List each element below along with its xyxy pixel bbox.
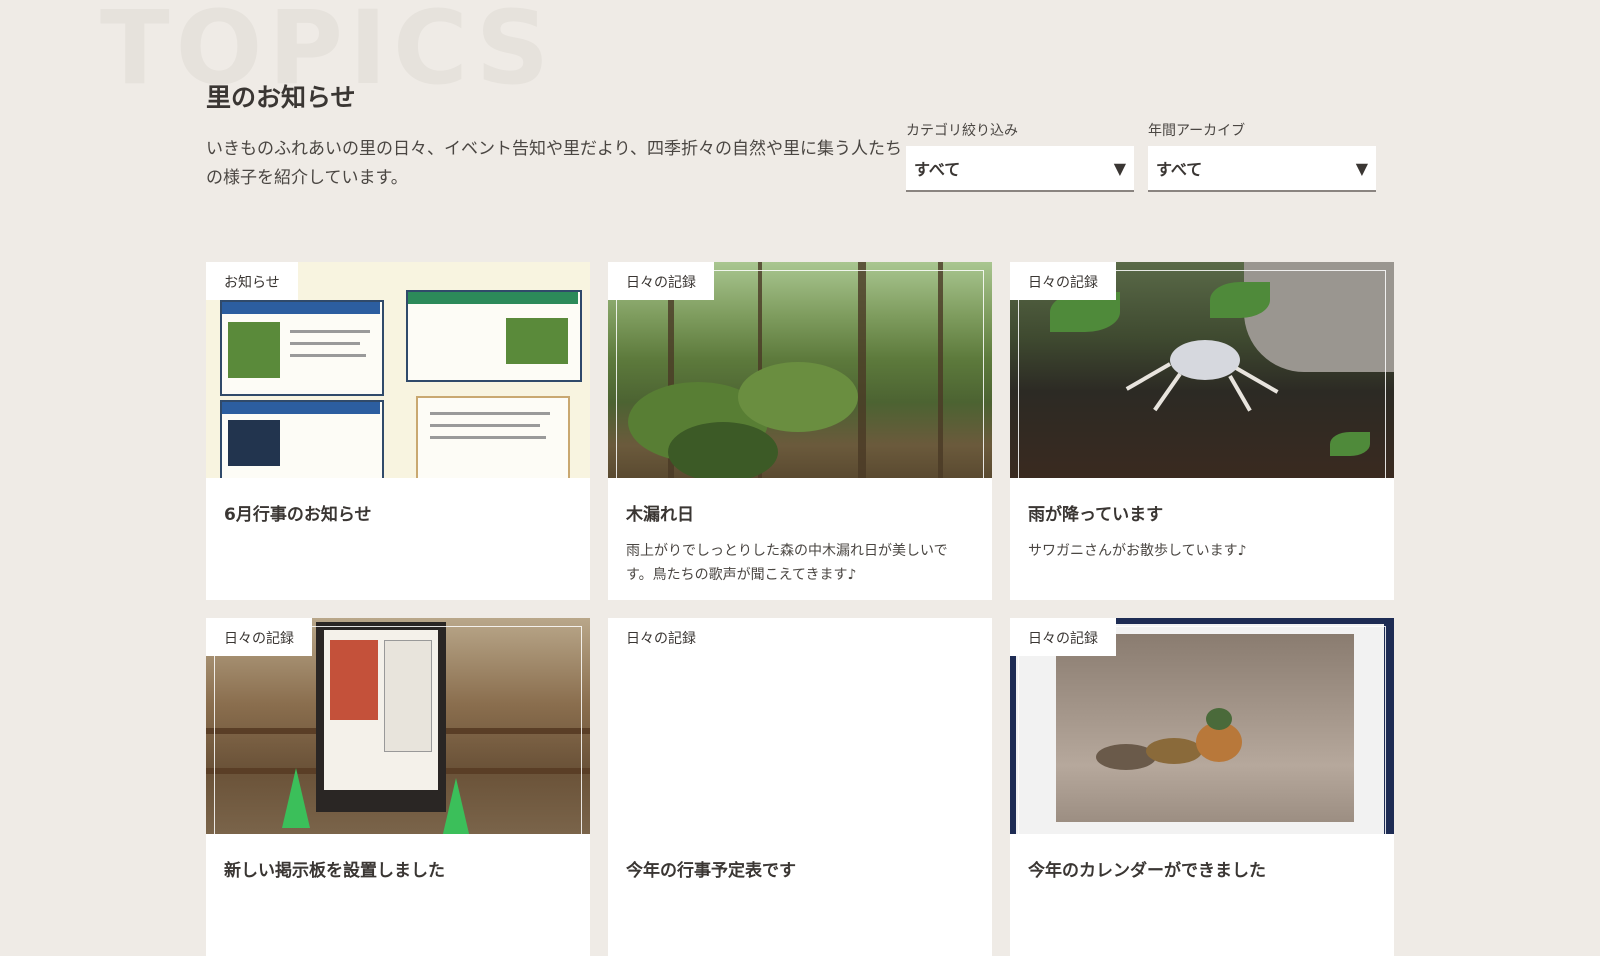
card-title: 今年のカレンダーができました — [1028, 861, 1266, 881]
topic-card[interactable]: お知らせ 6月行事のお知らせ — [206, 262, 590, 600]
card-title: 6月行事のお知らせ — [224, 505, 372, 525]
category-tag: 日々の記録 — [1010, 618, 1116, 656]
image-frame — [214, 626, 582, 834]
card-title: 雨が降っています — [1028, 505, 1164, 525]
card-excerpt — [206, 881, 590, 895]
category-filter-label: カテゴリ絞り込み — [906, 123, 1018, 139]
flyer-photo — [228, 322, 280, 378]
category-select-value: すべて — [914, 160, 961, 179]
chevron-down-icon: ▼ — [1355, 158, 1368, 178]
page-title: 里のお知らせ — [206, 83, 356, 112]
card-excerpt — [1010, 881, 1394, 895]
archive-select-value: すべて — [1156, 160, 1203, 179]
card-title: 木漏れ日 — [626, 505, 694, 525]
archive-filter: 年間アーカイブ すべて ▼ — [1148, 120, 1376, 192]
archive-select[interactable]: すべて ▼ — [1148, 146, 1376, 192]
topics-grid: お知らせ 6月行事のお知らせ 日々の記録 木漏れ日 雨上がりでしっとりした森の中… — [206, 262, 1396, 956]
flyer-text-line — [290, 330, 370, 333]
category-tag: 日々の記録 — [206, 618, 312, 656]
image-frame — [1018, 270, 1386, 478]
category-select[interactable]: すべて ▼ — [906, 146, 1134, 192]
card-excerpt: 雨上がりでしっとりした森の中木漏れ日が美しいです。鳥たちの歌声が聞こえてきます♪ — [626, 543, 948, 583]
topic-card[interactable]: 日々の記録 今年のカレンダーができました — [1010, 618, 1394, 956]
flyer-text-line — [430, 412, 550, 415]
flyer-text-line — [290, 354, 366, 357]
flyer-photo — [228, 420, 280, 466]
flyer-text-line — [430, 436, 546, 439]
archive-filter-label: 年間アーカイブ — [1148, 123, 1246, 139]
card-title: 今年の行事予定表です — [626, 861, 796, 881]
topic-card[interactable]: 日々の記録 新しい掲示板を設置しました — [206, 618, 590, 956]
category-tag: お知らせ — [206, 262, 298, 300]
image-frame — [616, 270, 984, 478]
topic-card[interactable]: 日々の記録 雨が降っています サワガニさんがお散歩しています♪ — [1010, 262, 1394, 600]
image-frame — [1018, 626, 1386, 834]
card-excerpt — [206, 525, 590, 539]
flyer-heading-bar — [222, 402, 380, 414]
flyer-text-line — [290, 342, 360, 345]
flyer-photo — [506, 318, 568, 364]
chevron-down-icon: ▼ — [1113, 158, 1126, 178]
card-title: 新しい掲示板を設置しました — [224, 861, 445, 881]
flyer-heading-bar — [408, 292, 578, 304]
category-tag: 日々の記録 — [608, 618, 714, 656]
category-tag: 日々の記録 — [608, 262, 714, 300]
card-excerpt — [608, 881, 992, 895]
flyer-text-line — [430, 424, 540, 427]
flyer-heading-bar — [222, 302, 380, 314]
category-tag: 日々の記録 — [1010, 262, 1116, 300]
card-excerpt: サワガニさんがお散歩しています♪ — [1028, 543, 1247, 559]
topic-card[interactable]: 日々の記録 木漏れ日 雨上がりでしっとりした森の中木漏れ日が美しいです。鳥たちの… — [608, 262, 992, 600]
page-description: いきものふれあいの里の日々、イベント告知や里だより、四季折々の自然や里に集う人た… — [206, 139, 902, 188]
category-filter: カテゴリ絞り込み すべて ▼ — [906, 120, 1134, 192]
topic-card[interactable]: 日々の記録 今年の行事予定表です — [608, 618, 992, 956]
